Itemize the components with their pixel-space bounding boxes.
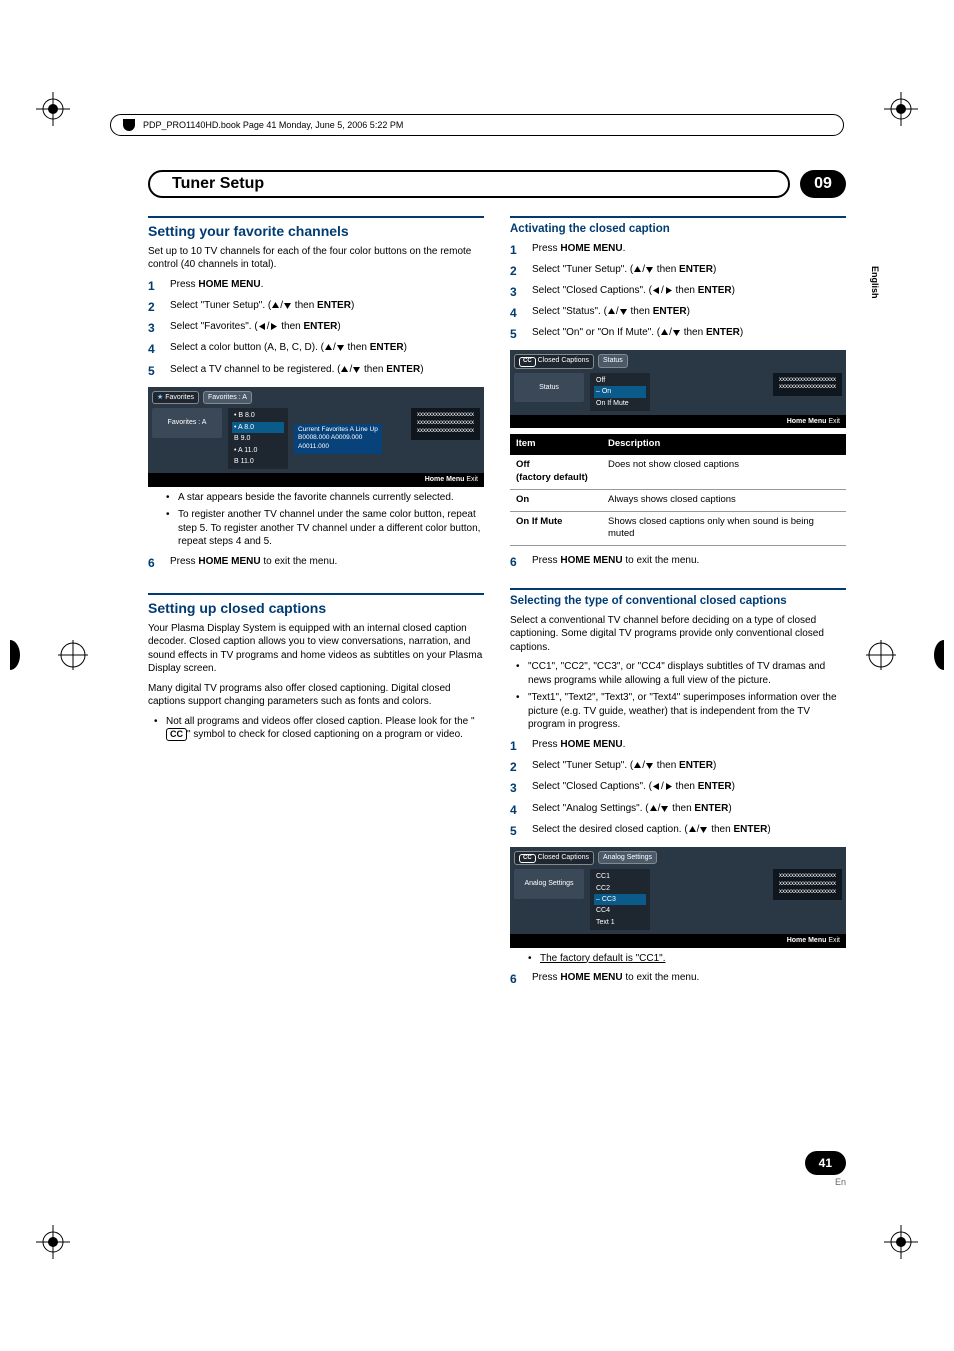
osd-favorites: ★ Favorites Favorites : A Favorites : A … [148,387,484,487]
right-column: Activating the closed caption 1Press HOM… [510,216,846,995]
section-heading: Setting up closed captions [148,599,484,618]
chapter-title: Tuner Setup [172,175,264,193]
note-text: Not all programs and videos offer closed… [166,715,484,742]
page-footer: 41 En [805,1151,846,1187]
book-icon [123,119,135,131]
body-text: Your Plasma Display System is equipped w… [148,622,484,676]
note-text: The factory default is "CC1". [540,952,846,966]
osd-status: CC Closed Captions Status Status Off – O… [510,350,846,428]
note-text: "CC1", "CC2", "CC3", or "CC4" displays s… [528,660,846,687]
down-icon [352,365,361,374]
page-lang: En [805,1177,846,1187]
cc-icon: CC [166,728,187,741]
osd-analog: CC Closed Captions Analog Settings Analo… [510,847,846,948]
intro-text: Set up to 10 TV channels for each of the… [148,245,484,272]
language-tab: English [870,266,880,299]
up-icon [271,301,280,310]
left-column: Setting your favorite channels Set up to… [148,216,484,995]
section-heading: Setting your favorite channels [148,222,484,241]
note-text: To register another TV channel under the… [178,508,484,549]
running-head: Tuner Setup 09 [148,170,846,198]
crop-mark [866,640,896,670]
book-header-text: PDP_PRO1140HD.book Page 41 Monday, June … [143,120,403,130]
registration-mark [36,92,70,126]
up-icon [324,343,333,352]
body-text: Many digital TV programs also offer clos… [148,682,484,709]
subsection-heading: Selecting the type of conventional close… [510,594,846,610]
up-icon [340,365,349,374]
printer-mark [934,640,954,670]
registration-mark [884,92,918,126]
page-number: 41 [805,1151,846,1175]
book-header: PDP_PRO1140HD.book Page 41 Monday, June … [110,114,844,136]
registration-mark [36,1225,70,1259]
crop-mark [58,640,88,670]
note-text: "Text1", "Text2", "Text3", or "Text4" su… [528,691,846,732]
status-table: ItemDescription Off (factory default)Doe… [510,434,846,546]
note-text: A star appears beside the favorite chann… [178,491,484,505]
down-icon [336,343,345,352]
chapter-number: 09 [800,170,846,198]
down-icon [283,301,292,310]
subsection-heading: Activating the closed caption [510,222,846,238]
registration-mark [884,1225,918,1259]
left-icon [258,322,267,331]
printer-mark [0,640,20,670]
body-text: Select a conventional TV channel before … [510,614,846,655]
